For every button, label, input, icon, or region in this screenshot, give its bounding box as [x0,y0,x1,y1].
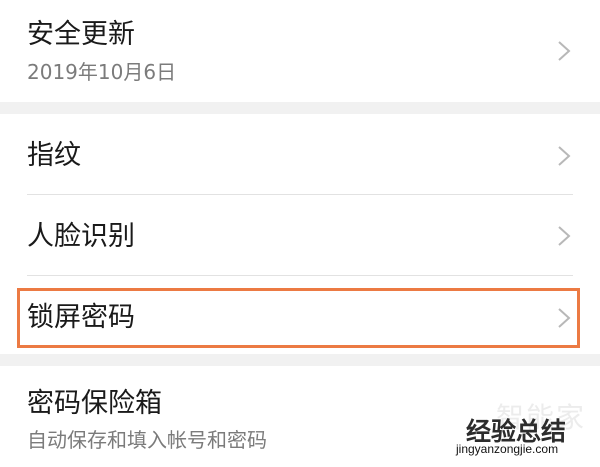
fingerprint-item[interactable]: 指纹 [0,114,600,194]
fingerprint-title: 指纹 [27,140,81,171]
chevron-right-icon [556,145,572,167]
password-vault-title: 密码保险箱 [27,388,162,419]
face-recognition-title: 人脸识别 [27,221,135,252]
security-update-date: 2019年10月6日 [27,60,177,84]
security-update-item[interactable]: 安全更新 2019年10月6日 [0,0,600,102]
watermark-url: jingyanzongjie.com [456,442,559,456]
password-vault-subtitle: 自动保存和填入帐号和密码 [27,428,267,452]
chevron-right-icon [556,40,572,62]
security-update-title: 安全更新 [27,19,135,50]
security-card: 安全更新 2019年10月6日 [0,0,600,102]
face-recognition-item[interactable]: 人脸识别 [0,195,600,275]
chevron-right-icon [556,225,572,247]
highlight-box [17,288,580,348]
